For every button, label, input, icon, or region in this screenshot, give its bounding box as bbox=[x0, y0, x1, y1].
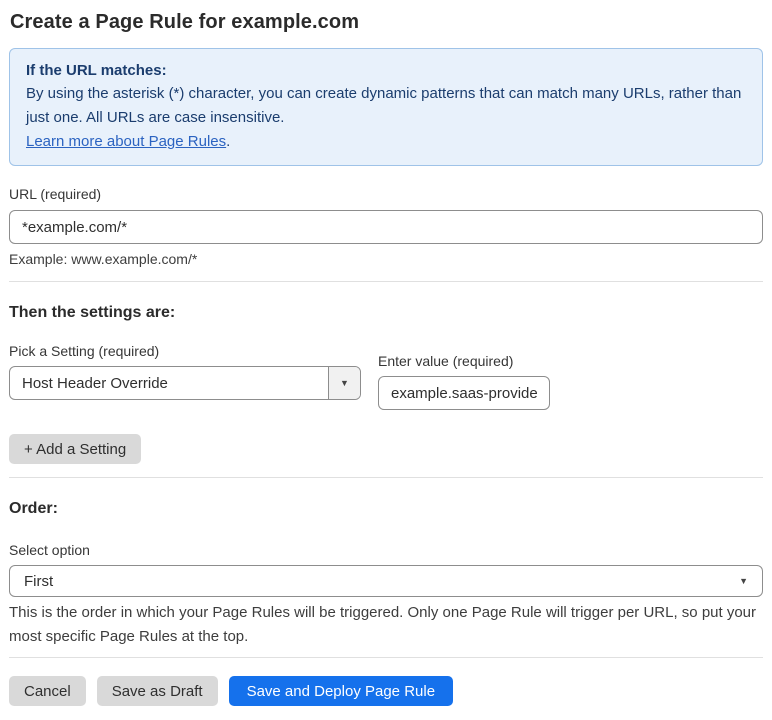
pick-setting-select[interactable]: Host Header Override ▼ bbox=[9, 366, 361, 400]
info-box-body: By using the asterisk (*) character, you… bbox=[26, 85, 742, 126]
dropdown-arrow-icon: ▼ bbox=[340, 377, 349, 388]
setting-value-input[interactable] bbox=[378, 376, 550, 410]
url-label: URL (required) bbox=[9, 186, 102, 202]
order-help-text: This is the order in which your Page Rul… bbox=[9, 604, 757, 645]
url-match-info-box: If the URL matches: By using the asteris… bbox=[9, 48, 763, 166]
divider bbox=[9, 281, 763, 282]
learn-more-link[interactable]: Learn more about Page Rules bbox=[26, 133, 226, 150]
url-input[interactable] bbox=[9, 210, 763, 244]
info-link-line: Learn more about Page Rules. bbox=[26, 130, 746, 154]
order-heading: Order: bbox=[9, 500, 58, 517]
enter-value-label: Enter value (required) bbox=[378, 353, 514, 369]
order-select[interactable]: First ▼ bbox=[9, 565, 763, 597]
info-box-heading: If the URL matches: bbox=[26, 62, 167, 79]
cancel-button[interactable]: Cancel bbox=[9, 676, 86, 706]
settings-heading: Then the settings are: bbox=[9, 304, 176, 321]
pick-setting-value: Host Header Override bbox=[22, 374, 168, 392]
save-deploy-button[interactable]: Save and Deploy Page Rule bbox=[228, 676, 454, 706]
setting-row: Pick a Setting (required) Host Header Ov… bbox=[9, 342, 763, 410]
pick-setting-label: Pick a Setting (required) bbox=[9, 343, 160, 359]
add-setting-button[interactable]: + Add a Setting bbox=[9, 434, 142, 464]
divider bbox=[9, 657, 763, 658]
link-period: . bbox=[226, 133, 231, 150]
url-example-hint: Example: www.example.com/* bbox=[9, 251, 198, 267]
dropdown-arrow-button[interactable]: ▼ bbox=[328, 367, 360, 399]
enter-value-column: Enter value (required) bbox=[378, 352, 550, 410]
create-page-rule-panel: Create a Page Rule for example.com If th… bbox=[0, 0, 772, 720]
save-draft-button[interactable]: Save as Draft bbox=[96, 676, 218, 706]
pick-setting-column: Pick a Setting (required) Host Header Ov… bbox=[9, 342, 361, 400]
divider bbox=[9, 477, 763, 478]
dropdown-arrow-icon: ▼ bbox=[739, 575, 748, 586]
order-select-value: First bbox=[24, 572, 54, 590]
page-title: Create a Page Rule for example.com bbox=[10, 11, 360, 33]
order-select-label: Select option bbox=[9, 542, 90, 558]
action-bar: Cancel Save as Draft Save and Deploy Pag… bbox=[9, 676, 763, 706]
